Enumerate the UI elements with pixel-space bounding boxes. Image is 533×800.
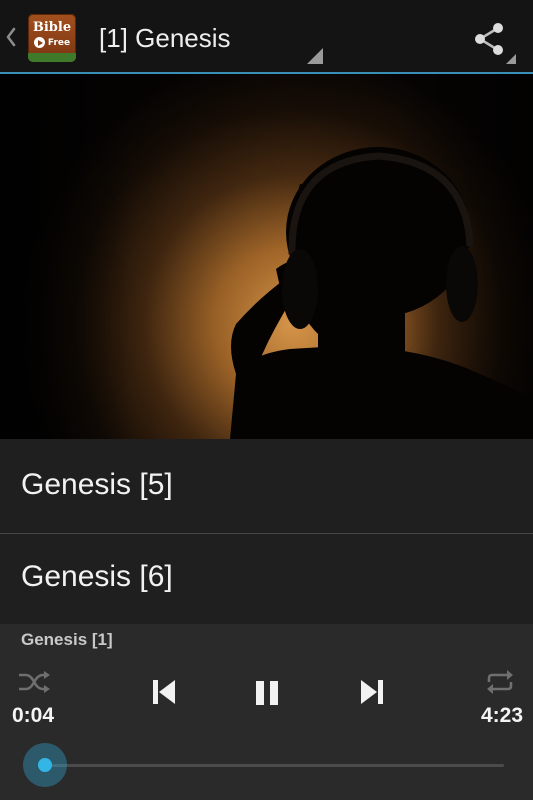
- track-title: Genesis [6]: [21, 560, 173, 593]
- repeat-icon[interactable]: [484, 669, 516, 695]
- app-icon-title: Bible: [32, 20, 72, 35]
- elapsed-time: 0:04: [12, 704, 55, 727]
- page-title: [1] Genesis: [99, 23, 231, 53]
- seek-thumb[interactable]: [22, 743, 67, 787]
- app-screen: Bible Free [1] Genesis Genesis [5] Genes…: [0, 0, 533, 800]
- share-button[interactable]: [466, 18, 518, 66]
- app-icon-base: [28, 53, 76, 62]
- spinner-indicator-icon: [307, 48, 323, 64]
- now-playing-title: Genesis [1]: [21, 630, 113, 649]
- silhouette-headphones-image: [0, 74, 533, 439]
- share-icon: [475, 23, 503, 55]
- action-bar: Bible Free [1] Genesis: [0, 0, 533, 74]
- shuffle-icon[interactable]: [17, 670, 51, 694]
- total-duration: 4:23: [480, 704, 523, 727]
- track-list: Genesis [5] Genesis [6]: [0, 439, 533, 625]
- chapter-spinner[interactable]: [1] Genesis: [99, 22, 329, 66]
- app-icon-subtitle: Free: [28, 37, 76, 48]
- seek-bar[interactable]: [38, 764, 504, 767]
- skip-previous-icon[interactable]: [151, 678, 177, 706]
- app-icon-free-label: Free: [47, 37, 71, 48]
- track-title: Genesis [5]: [21, 468, 173, 501]
- hero-image: [0, 74, 533, 439]
- overflow-indicator-icon: [506, 54, 516, 64]
- media-player: Genesis [1] 0:04 4:23: [0, 624, 533, 800]
- list-item[interactable]: Genesis [6]: [0, 534, 533, 627]
- pause-icon[interactable]: [254, 679, 280, 707]
- chevron-left-icon[interactable]: [4, 26, 18, 48]
- play-icon: [33, 37, 45, 48]
- app-icon[interactable]: Bible Free: [28, 14, 76, 62]
- skip-next-icon[interactable]: [359, 678, 385, 706]
- list-item[interactable]: Genesis [5]: [0, 439, 533, 532]
